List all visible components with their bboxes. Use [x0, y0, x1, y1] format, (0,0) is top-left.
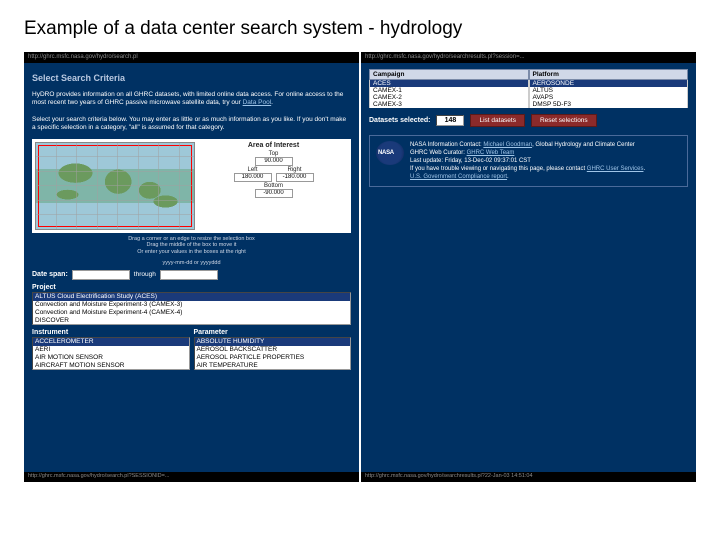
table-row[interactable]: CAMEX-3DMSP 5D-F3 — [369, 101, 688, 108]
table-row[interactable]: CAMEX-1ALTUS — [369, 87, 688, 94]
url-bar-right-top: http://ghrc.msfc.nasa.gov/hydro/searchre… — [361, 52, 696, 63]
cell: ACES — [369, 80, 529, 87]
table-row[interactable]: ACESAEROSONDE — [369, 80, 688, 87]
intro-text: HyDRO provides information on all GHRC d… — [32, 91, 351, 108]
url-bar-left-top: http://ghrc.msfc.nasa.gov/hydro/search.p… — [24, 52, 359, 63]
list-item[interactable]: ALTUS Cloud Electrification Study (ACES) — [33, 293, 350, 301]
instrument-list[interactable]: ACCELEROMETER AERI AIR MOTION SENSOR AIR… — [32, 337, 190, 370]
platform-col-header: Platform — [529, 69, 689, 80]
reset-selections-button[interactable]: Reset selections — [531, 114, 597, 127]
datasets-selected-label: Datasets selected: — [369, 117, 430, 124]
user-services-link[interactable]: GHRC User Services — [587, 166, 644, 172]
list-item[interactable]: AIR TEMPERATURE — [195, 362, 351, 370]
list-item[interactable]: Convection and Moisture Experiment-3 (CA… — [33, 301, 350, 309]
top-input[interactable] — [255, 157, 293, 166]
table-row[interactable]: CAMEX-2AVAPS — [369, 94, 688, 101]
list-item[interactable]: ACCELEROMETER — [33, 338, 189, 346]
url-bar-right-bottom: http://ghrc.msfc.nasa.gov/hydro/searchre… — [361, 472, 696, 482]
map-selection-box[interactable] — [38, 145, 192, 227]
intro-body: HyDRO provides information on all GHRC d… — [32, 91, 343, 106]
list-datasets-button[interactable]: List datasets — [470, 114, 525, 127]
criteria-help-text: Select your search criteria below. You m… — [32, 116, 351, 133]
meta-line: NASA Information Contact: — [410, 142, 483, 148]
nasa-logo-icon — [376, 141, 404, 165]
last-update: Last update: Friday, 13-Dec-02 09:37:01 … — [410, 157, 645, 165]
date-span-row: Date span: through — [32, 270, 351, 280]
map-help: Drag a corner or an edge to resize the s… — [32, 236, 351, 256]
date-format-hint: yyyy-mm-dd or yyyyddd — [162, 260, 220, 266]
bottom-input[interactable] — [255, 189, 293, 198]
slide-title: Example of a data center search system -… — [24, 18, 696, 40]
project-list[interactable]: ALTUS Cloud Electrification Study (ACES)… — [32, 292, 351, 325]
list-item[interactable]: ABSOLUTE HUMIDITY — [195, 338, 351, 346]
cell: CAMEX-3 — [369, 101, 529, 108]
meta-line: , Global Hydrology and Climate Center — [532, 142, 635, 148]
cell: CAMEX-2 — [369, 94, 529, 101]
select-criteria-heading: Select Search Criteria — [32, 73, 351, 83]
datasets-count: 148 — [436, 115, 464, 126]
project-header: Project — [32, 284, 351, 291]
parameter-header: Parameter — [194, 329, 352, 336]
cell: ALTUS — [529, 87, 689, 94]
cell: AEROSONDE — [529, 80, 689, 87]
cell: CAMEX-1 — [369, 87, 529, 94]
date-span-label: Date span: — [32, 271, 68, 278]
list-item[interactable]: AIRCRAFT MOTION SENSOR — [33, 362, 189, 370]
meta-line: If you have trouble viewing or navigatin… — [410, 166, 587, 172]
cell: AVAPS — [529, 94, 689, 101]
meta-line: GHRC Web Curator: — [410, 150, 467, 156]
map-help-3: Or enter your values in the boxes at the… — [32, 249, 351, 256]
left-panel: http://ghrc.msfc.nasa.gov/hydro/search.p… — [24, 52, 359, 482]
left-input[interactable] — [234, 173, 272, 182]
list-item[interactable]: DISCOVER — [33, 317, 350, 325]
footer-meta: NASA Information Contact: Michael Goodma… — [369, 135, 688, 187]
date-from-input[interactable] — [72, 270, 130, 280]
meta-text: NASA Information Contact: Michael Goodma… — [410, 141, 645, 181]
list-item[interactable]: AEROSOL BACKSCATTER — [195, 346, 351, 354]
curator-link[interactable]: GHRC Web Team — [467, 150, 515, 156]
list-item[interactable]: AERI — [33, 346, 189, 354]
list-item[interactable]: AEROSOL PARTICLE PROPERTIES — [195, 354, 351, 362]
map-area: Area of Interest Top Left Right Bottom — [32, 139, 351, 233]
world-map[interactable] — [35, 142, 195, 230]
campaign-col-header: Campaign — [369, 69, 529, 80]
right-input[interactable] — [276, 173, 314, 182]
data-pool-link[interactable]: Data Pool — [243, 99, 272, 106]
url-bar-left-bottom: http://ghrc.msfc.nasa.gov/hydro/search.p… — [24, 472, 359, 482]
compliance-link[interactable]: U.S. Government Compliance report — [410, 174, 507, 180]
date-to-input[interactable] — [160, 270, 218, 280]
campaign-platform-table: Campaign Platform ACESAEROSONDE CAMEX-1A… — [369, 69, 688, 108]
right-panel: http://ghrc.msfc.nasa.gov/hydro/searchre… — [361, 52, 696, 482]
list-item[interactable]: Convection and Moisture Experiment-4 (CA… — [33, 309, 350, 317]
through-label: through — [134, 271, 156, 278]
map-help-2: Drag the middle of the box to move it — [32, 242, 351, 249]
aoi-title: Area of Interest — [199, 142, 348, 149]
contact-link[interactable]: Michael Goodman — [483, 142, 532, 148]
cell: DMSP 5D-F3 — [529, 101, 689, 108]
list-item[interactable]: AIR MOTION SENSOR — [33, 354, 189, 362]
map-help-1: Drag a corner or an edge to resize the s… — [32, 236, 351, 243]
parameter-list[interactable]: ABSOLUTE HUMIDITY AEROSOL BACKSCATTER AE… — [194, 337, 352, 370]
aoi-inputs: Area of Interest Top Left Right Bottom — [199, 142, 348, 230]
datasets-selected-row: Datasets selected: 148 List datasets Res… — [369, 114, 688, 127]
instrument-header: Instrument — [32, 329, 190, 336]
